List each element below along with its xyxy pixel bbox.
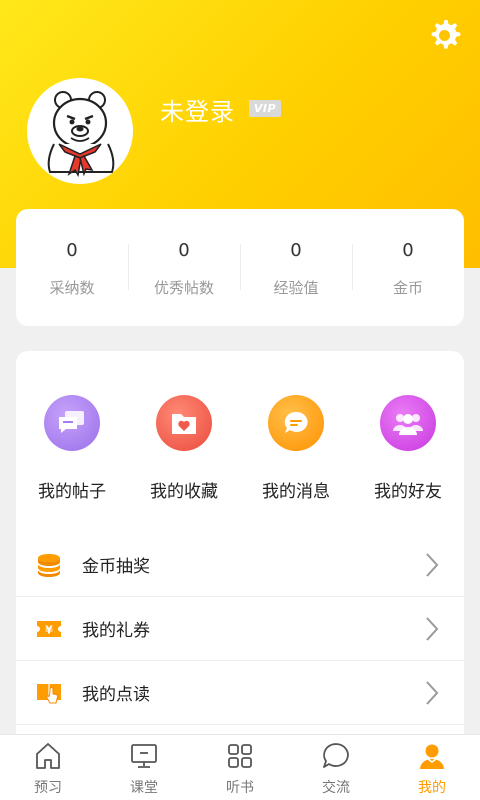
monitor-icon xyxy=(129,741,159,771)
svg-text:¥: ¥ xyxy=(45,623,53,636)
coupon-icon: ¥ xyxy=(36,616,62,642)
stat-label: 金币 xyxy=(392,278,423,297)
stats-card: 0 采纳数 0 优秀帖数 0 经验值 0 金币 xyxy=(16,209,464,326)
tab-preview[interactable]: 预习 xyxy=(0,735,96,800)
coin-lottery-item[interactable]: 金币抽奖 xyxy=(16,533,464,597)
book-touch-icon xyxy=(36,680,62,706)
quick-action-label: 我的消息 xyxy=(262,482,330,502)
settings-button[interactable] xyxy=(426,14,466,54)
bottom-tab-bar: 预习 课堂 听书 交流 我的 xyxy=(0,734,480,800)
heart-folder-icon xyxy=(156,395,212,451)
username-label[interactable]: 未登录 xyxy=(160,92,235,127)
stat-excellent-posts[interactable]: 0 优秀帖数 xyxy=(128,238,240,298)
my-messages-button[interactable]: 我的消息 xyxy=(240,395,352,502)
stat-value: 0 xyxy=(66,239,78,261)
tab-community[interactable]: 交流 xyxy=(288,735,384,800)
stat-label: 采纳数 xyxy=(49,278,95,297)
avatar[interactable] xyxy=(27,78,133,184)
menu-list: 金币抽奖 ¥ 我的礼券 我的点读 xyxy=(16,533,464,725)
quick-actions: 我的帖子 我的收藏 我的消息 我的好友 xyxy=(16,395,464,502)
bear-mascot-icon xyxy=(47,91,115,178)
stat-value: 0 xyxy=(402,239,414,261)
my-friends-button[interactable]: 我的好友 xyxy=(352,395,464,502)
chevron-right-icon xyxy=(426,552,439,577)
tab-label: 预习 xyxy=(34,780,62,796)
quick-action-label: 我的收藏 xyxy=(150,482,218,502)
message-icon xyxy=(268,395,324,451)
chat-icon xyxy=(321,741,351,771)
vip-badge: VIP xyxy=(249,100,281,117)
menu-item-label: 我的礼券 xyxy=(82,621,150,641)
coin-stack-icon xyxy=(36,552,62,578)
tab-label: 交流 xyxy=(322,780,350,796)
quick-action-label: 我的帖子 xyxy=(38,482,106,502)
tab-classroom[interactable]: 课堂 xyxy=(96,735,192,800)
chevron-right-icon xyxy=(426,680,439,705)
my-posts-button[interactable]: 我的帖子 xyxy=(16,395,128,502)
tab-label: 我的 xyxy=(418,780,446,796)
stat-coins[interactable]: 0 金币 xyxy=(352,238,464,298)
stat-label: 经验值 xyxy=(273,278,319,297)
stat-experience[interactable]: 0 经验值 xyxy=(240,238,352,298)
my-favorites-button[interactable]: 我的收藏 xyxy=(128,395,240,502)
menu-item-label: 金币抽奖 xyxy=(82,557,150,577)
tab-audiobook[interactable]: 听书 xyxy=(192,735,288,800)
home-icon xyxy=(33,741,63,771)
stat-value: 0 xyxy=(290,239,302,261)
tab-mine[interactable]: 我的 xyxy=(384,735,480,800)
grid-icon xyxy=(225,741,255,771)
stat-label: 优秀帖数 xyxy=(153,278,214,297)
quick-action-label: 我的好友 xyxy=(374,482,442,502)
friends-icon xyxy=(380,395,436,451)
main-card: 我的帖子 我的收藏 我的消息 我的好友 金币抽奖 ¥ 我的礼券 我的点读 xyxy=(16,351,464,751)
stat-value: 0 xyxy=(178,239,190,261)
gear-icon xyxy=(431,20,461,49)
my-reading-item[interactable]: 我的点读 xyxy=(16,661,464,725)
my-coupons-item[interactable]: ¥ 我的礼券 xyxy=(16,597,464,661)
chat-bubbles-icon xyxy=(44,395,100,451)
tab-label: 听书 xyxy=(226,780,254,796)
tab-label: 课堂 xyxy=(130,780,158,796)
chevron-right-icon xyxy=(426,616,439,641)
menu-item-label: 我的点读 xyxy=(82,685,150,705)
user-icon xyxy=(417,741,447,771)
stat-adopted[interactable]: 0 采纳数 xyxy=(16,238,128,298)
